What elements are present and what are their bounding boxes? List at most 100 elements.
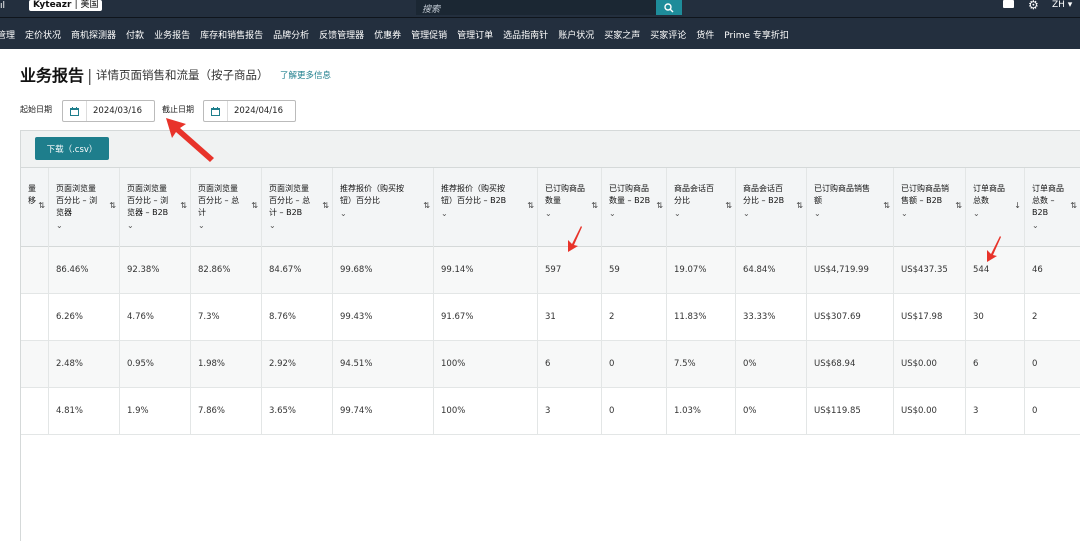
table-cell: 99.74% — [333, 388, 434, 435]
search-icon — [664, 2, 674, 12]
nav-item[interactable]: 优惠券 — [374, 28, 401, 41]
column-header[interactable]: 页面浏览量 百分比 – 浏 览器 ⌄ ⇅ — [49, 168, 120, 248]
chevron-down-icon[interactable]: ⌄ — [198, 220, 247, 232]
sort-icon[interactable]: ↓ — [1014, 200, 1021, 212]
sort-icon[interactable]: ⇅ — [883, 200, 890, 212]
column-header[interactable]: 已订购商品销售 额 ⌄ ⇅ — [807, 168, 894, 248]
chevron-down-icon[interactable]: ⌄ — [269, 220, 318, 232]
start-date-field[interactable]: 2024/03/16 — [62, 100, 155, 122]
chevron-down-icon[interactable]: ⌄ — [441, 208, 523, 220]
title-separator: | — [87, 66, 93, 85]
report-panel: 下载（.csv） 量 移 ⇅ 页面浏览量 百分比 – 浏 览器 ⌄ ⇅ 页面浏览量 百分比… — [20, 130, 1080, 541]
sort-icon[interactable]: ⇅ — [251, 200, 258, 212]
chevron-down-icon[interactable]: ⌄ — [814, 208, 879, 220]
table-row[interactable]: 6.26% 4.76% 7.3% 8.76% 99.43% 91.67% 31 2 11.83%… — [21, 294, 1080, 341]
nav-item[interactable]: 品牌分析 — [273, 28, 309, 41]
nav-item[interactable]: 反馈管理器 — [319, 28, 364, 41]
report-toolbar: 下载（.csv） — [21, 131, 1080, 167]
sort-icon[interactable]: ⇅ — [109, 200, 116, 212]
sort-icon[interactable]: ⇅ — [1070, 200, 1077, 212]
column-header-label: 推荐报价（购买按 钮）百分比 — [340, 184, 404, 205]
sort-icon[interactable]: ⇅ — [725, 200, 732, 212]
sort-icon[interactable]: ⇅ — [796, 200, 803, 212]
nav-item[interactable]: 买家之声 — [604, 28, 640, 41]
chevron-down-icon[interactable]: ⌄ — [901, 208, 951, 220]
table-cell: 6 — [966, 341, 1025, 388]
table-row[interactable]: 4.81% 1.9% 7.86% 3.65% 99.74% 100% 3 0 1.03% 0% US… — [21, 388, 1080, 435]
column-header[interactable]: 页面浏览量 百分比 – 总 计 – B2B ⌄ ⇅ — [262, 168, 333, 248]
table-cell: 0 — [602, 388, 667, 435]
download-csv-button[interactable]: 下载（.csv） — [35, 137, 109, 160]
table-row[interactable]: 2.48% 0.95% 1.98% 2.92% 94.51% 100% 6 0 7.5% 0% US… — [21, 341, 1080, 388]
table-cell: US$437.35 — [894, 247, 966, 294]
column-header[interactable]: 订单商品 总数 – B2B ⌄ ⇅ — [1025, 168, 1080, 248]
table-cell: 597 — [538, 247, 602, 294]
nav-item[interactable]: 商机探测器 — [71, 28, 116, 41]
column-header[interactable]: 推荐报价（购买按 钮）百分比 – B2B ⌄ ⇅ — [434, 168, 538, 248]
table-cell: 94.51% — [333, 341, 434, 388]
top-bar: ıl Kyteazr | 美国 搜索 ⚙ ZH ▾ — [0, 0, 1080, 17]
column-header[interactable]: 已订购商品销 售额 – B2B ⌄ ⇅ — [894, 168, 966, 248]
column-header[interactable]: 商品会话百 分比 ⌄ ⇅ — [667, 168, 736, 248]
column-header-label: 量 移 — [28, 184, 36, 205]
nav-item[interactable]: 业务报告 — [154, 28, 190, 41]
column-header[interactable]: 页面浏览量 百分比 – 总 计 ⌄ ⇅ — [191, 168, 262, 248]
sort-icon[interactable]: ⇅ — [38, 200, 45, 212]
column-header[interactable]: 量 移 ⇅ — [21, 168, 49, 248]
nav-item[interactable]: Prime 专享折扣 — [724, 28, 789, 41]
table-row[interactable]: 86.46% 92.38% 82.86% 84.67% 99.68% 99.14% 597 5… — [21, 247, 1080, 294]
nav-item[interactable]: 定价状况 — [25, 28, 61, 41]
nav-item[interactable]: 账户状况 — [558, 28, 594, 41]
chevron-down-icon[interactable]: ⌄ — [545, 208, 587, 220]
sort-icon[interactable]: ⇅ — [656, 200, 663, 212]
column-header-label: 已订购商品 数量 – B2B — [609, 184, 651, 205]
column-header[interactable]: 商品会话百 分比 – B2B ⌄ ⇅ — [736, 168, 807, 248]
sort-icon[interactable]: ⇅ — [955, 200, 962, 212]
chevron-down-icon[interactable]: ⌄ — [743, 208, 792, 220]
nav-item[interactable]: 管理订单 — [457, 28, 493, 41]
nav-item[interactable]: 付款 — [126, 28, 144, 41]
search-input[interactable]: 搜索 — [416, 0, 656, 15]
store-selector[interactable]: Kyteazr | 美国 — [29, 0, 103, 11]
column-header[interactable]: 已订购商品 数量 ⌄ ⇅ — [538, 168, 602, 248]
table-cell: 2.48% — [49, 341, 120, 388]
sort-icon[interactable]: ⇅ — [180, 200, 187, 212]
end-date-label: 截止日期 — [162, 105, 194, 114]
table-cell: 100% — [434, 341, 538, 388]
nav-item[interactable]: 管理 — [0, 28, 15, 41]
table-cell: 7.3% — [191, 294, 262, 341]
column-header-label: 推荐报价（购买按 钮）百分比 – B2B — [441, 184, 507, 205]
table-cell: 59 — [602, 247, 667, 294]
nav-item[interactable]: 库存和销售报告 — [200, 28, 263, 41]
table-cell: 4.76% — [120, 294, 191, 341]
sort-icon[interactable]: ⇅ — [591, 200, 598, 212]
search-button[interactable] — [656, 0, 682, 15]
column-header[interactable]: 页面浏览量 百分比 – 浏 览器 – B2B ⌄ ⇅ — [120, 168, 191, 248]
column-header[interactable]: 推荐报价（购买按 钮）百分比 ⌄ ⇅ — [333, 168, 434, 248]
chevron-down-icon[interactable]: ⌄ — [127, 220, 176, 232]
chevron-down-icon[interactable]: ⌄ — [674, 208, 721, 220]
table-cell: 99.68% — [333, 247, 434, 294]
nav-item[interactable]: 买家评论 — [650, 28, 686, 41]
nav-item[interactable]: 选品指南针 — [503, 28, 548, 41]
chevron-down-icon[interactable]: ⌄ — [340, 208, 419, 220]
learn-more-link[interactable]: 了解更多信息 — [280, 69, 331, 81]
mail-icon[interactable] — [1003, 0, 1014, 8]
gear-icon[interactable]: ⚙ — [1028, 0, 1039, 11]
chevron-down-icon[interactable]: ⌄ — [973, 208, 1010, 220]
table-cell: 0% — [736, 388, 807, 435]
end-date-field[interactable]: 2024/04/16 — [203, 100, 296, 122]
column-header-label: 订单商品 总数 — [973, 184, 1005, 205]
chevron-down-icon[interactable]: ⌄ — [1032, 220, 1066, 232]
language-selector[interactable]: ZH ▾ — [1052, 0, 1072, 10]
chevron-down-icon[interactable]: ⌄ — [609, 208, 652, 220]
chevron-down-icon[interactable]: ⌄ — [56, 220, 105, 232]
nav-item[interactable]: 管理促销 — [411, 28, 447, 41]
sort-icon[interactable]: ⇅ — [322, 200, 329, 212]
table-cell: 7.86% — [191, 388, 262, 435]
sort-icon[interactable]: ⇅ — [527, 200, 534, 212]
column-header[interactable]: 已订购商品 数量 – B2B ⌄ ⇅ — [602, 168, 667, 248]
sort-icon[interactable]: ⇅ — [423, 200, 430, 212]
column-header[interactable]: 订单商品 总数 ⌄ ↓ — [966, 168, 1025, 248]
nav-item[interactable]: 货件 — [696, 28, 714, 41]
